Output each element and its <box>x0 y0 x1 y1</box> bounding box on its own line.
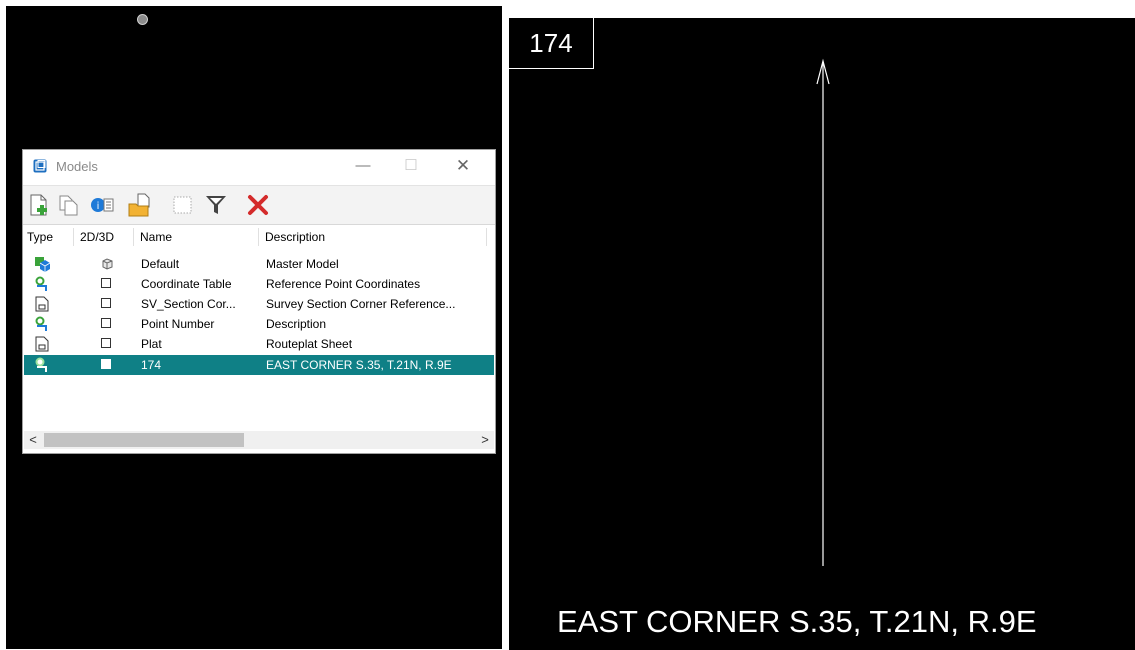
delete-icon[interactable] <box>245 192 271 218</box>
column-separator[interactable] <box>258 228 259 246</box>
model-properties-icon[interactable]: i <box>89 192 115 218</box>
model-row-point-number[interactable]: Point Number Description <box>24 314 494 334</box>
models-window-icon <box>33 159 47 173</box>
model-name: 174 <box>141 358 162 372</box>
sheet-caption: EAST CORNER S.35, T.21N, R.9E <box>557 604 1037 639</box>
design-model-icon <box>35 276 47 291</box>
dialog-title: Models <box>56 159 98 174</box>
design-model-icon <box>35 357 47 372</box>
select-icon[interactable] <box>170 192 196 218</box>
minimize-button[interactable]: — <box>341 150 385 182</box>
3d-model-icon <box>35 257 50 272</box>
column-type[interactable]: Type <box>27 230 53 244</box>
north-arrow <box>816 58 830 566</box>
model-description: Survey Section Corner Reference... <box>266 297 456 311</box>
model-row-sv-section[interactable]: SV_Section Cor... Survey Section Corner … <box>24 294 494 314</box>
models-toolbar: i <box>23 185 495 225</box>
column-separator[interactable] <box>133 228 134 246</box>
model-description: Reference Point Coordinates <box>266 277 421 291</box>
close-button[interactable]: ✕ <box>441 150 485 182</box>
model-row-coordinate-table[interactable]: Coordinate Table Reference Point Coordin… <box>24 274 494 294</box>
sheet-model-icon <box>35 336 49 352</box>
2d-indicator <box>101 318 111 328</box>
column-name[interactable]: Name <box>140 230 172 244</box>
model-row-plat[interactable]: Plat Routeplat Sheet <box>24 334 494 354</box>
model-name: Default <box>141 257 180 271</box>
model-description: Master Model <box>266 257 339 271</box>
filter-icon[interactable] <box>203 192 229 218</box>
model-name: Coordinate Table <box>141 277 232 291</box>
svg-text:i: i <box>97 201 100 212</box>
2d-indicator <box>101 338 111 348</box>
new-model-icon[interactable] <box>26 192 52 218</box>
2d-indicator <box>101 278 111 288</box>
column-description[interactable]: Description <box>265 230 325 244</box>
models-dialog: Models — ☐ ✕ i Type 2D/3D Name Descripti… <box>22 149 496 454</box>
copy-model-icon[interactable] <box>56 192 82 218</box>
import-model-icon[interactable] <box>127 192 153 218</box>
scroll-left-arrow[interactable]: < <box>24 431 42 449</box>
model-row-174[interactable]: 174 EAST CORNER S.35, T.21N, R.9E <box>24 355 494 375</box>
2d-indicator <box>101 359 111 369</box>
cube-icon <box>102 258 113 270</box>
model-name: SV_Section Cor... <box>141 297 236 311</box>
horizontal-scrollbar[interactable]: < > <box>24 431 494 449</box>
model-description: Description <box>266 317 327 331</box>
list-header: Type 2D/3D Name Description <box>23 226 495 248</box>
model-description: Routeplat Sheet <box>266 337 353 351</box>
2d-indicator <box>101 298 111 308</box>
maximize-button[interactable]: ☐ <box>389 150 433 182</box>
sheet-view-window[interactable]: 174 EAST CORNER S.35, T.21N, R.9E <box>508 17 1135 650</box>
model-name: Point Number <box>141 317 215 331</box>
design-model-icon <box>35 316 47 331</box>
scroll-thumb[interactable] <box>44 433 244 447</box>
dialog-titlebar[interactable]: Models — ☐ ✕ <box>23 150 495 182</box>
column-separator[interactable] <box>73 228 74 246</box>
scroll-right-arrow[interactable]: > <box>476 431 494 449</box>
model-name: Plat <box>141 337 162 351</box>
sheet-model-icon <box>35 296 49 312</box>
model-row-default[interactable]: Default Master Model <box>24 254 494 274</box>
column-2d3d[interactable]: 2D/3D <box>80 230 114 244</box>
cursor-dot <box>137 14 148 25</box>
column-separator[interactable] <box>486 228 487 246</box>
model-description: EAST CORNER S.35, T.21N, R.9E <box>266 358 452 372</box>
